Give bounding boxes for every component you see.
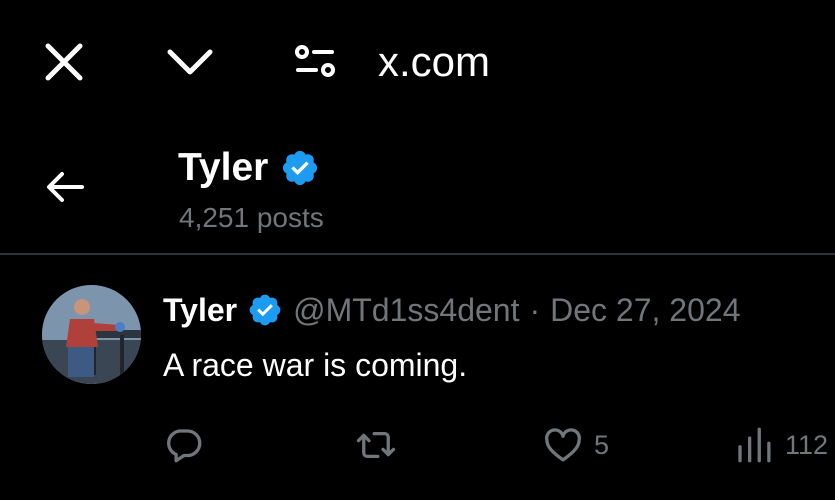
profile-name-text: Tyler <box>178 146 269 189</box>
verified-badge-icon <box>283 150 318 186</box>
back-arrow-icon[interactable] <box>42 164 88 210</box>
tweet-header: Tyler @MTd1ss4dent · Dec 27, 2024 <box>163 288 740 332</box>
avatar-photo <box>42 285 141 384</box>
like-button[interactable]: 5 <box>542 424 609 466</box>
views-button[interactable]: 112 <box>733 424 828 466</box>
verified-badge-icon <box>249 294 281 326</box>
retweet-icon <box>356 431 396 459</box>
close-icon[interactable] <box>42 40 86 84</box>
tweet-text: A race war is coming. <box>163 347 468 383</box>
browser-top-bar: x.com <box>0 0 835 120</box>
avatar[interactable] <box>42 285 141 384</box>
tweet-date[interactable]: Dec 27, 2024 <box>550 288 740 332</box>
header-divider <box>0 253 835 255</box>
reply-icon <box>167 429 202 463</box>
tweet-author-name[interactable]: Tyler <box>163 288 237 332</box>
chevron-down-icon[interactable] <box>164 40 216 84</box>
heart-icon <box>545 428 581 462</box>
tune-icon[interactable] <box>292 40 340 84</box>
reply-button[interactable] <box>163 424 215 466</box>
retweet-button[interactable] <box>355 424 407 466</box>
view-count: 112 <box>785 429 829 460</box>
tweet-separator: · <box>529 292 541 328</box>
views-chart-icon <box>738 427 771 463</box>
posts-count: 4,251 posts <box>179 202 324 233</box>
url-text[interactable]: x.com <box>378 38 490 86</box>
like-count: 5 <box>594 429 610 460</box>
profile-header-name: Tyler <box>178 146 320 190</box>
tweet-author-handle[interactable]: @MTd1ss4dent <box>293 288 519 332</box>
